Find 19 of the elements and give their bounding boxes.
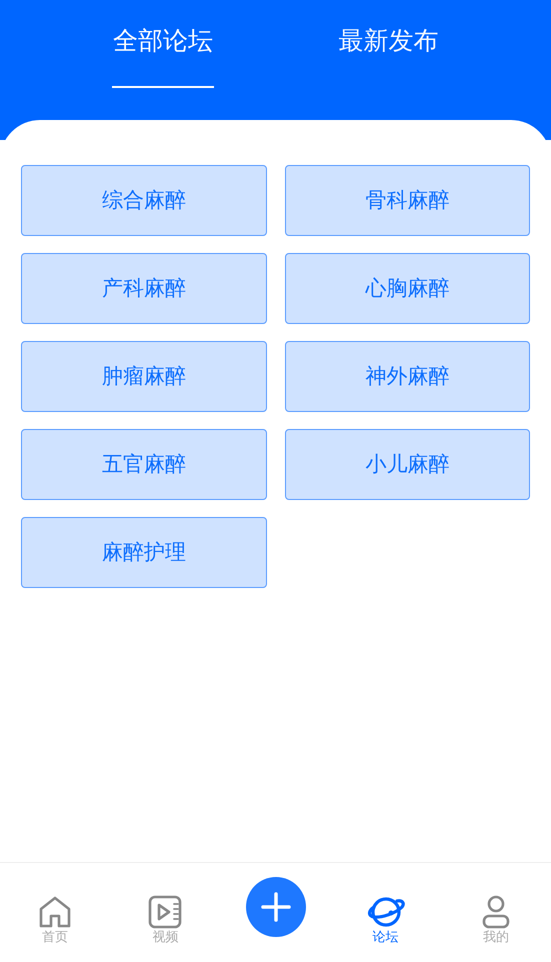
forum-category-button[interactable]: 肿瘤麻醉 [21,341,266,412]
plus-icon [260,892,290,922]
nav-tab[interactable]: 我的 [478,895,513,945]
forum-category-button[interactable]: 小儿麻醉 [284,429,530,500]
tab[interactable]: 最新发布 [323,22,454,88]
home-icon [38,895,72,929]
forum-category-button[interactable]: 心胸麻醉 [284,253,530,324]
video-icon [148,895,182,929]
tab[interactable]: 全部论坛 [98,22,228,88]
planet-icon [366,895,406,929]
forum-category-button[interactable]: 五官麻醉 [21,429,266,500]
forum-category-button[interactable]: 综合麻醉 [21,165,266,236]
nav-tab[interactable]: 首页 [38,895,72,945]
nav-tab[interactable]: 论坛 [366,895,406,945]
forum-category-button[interactable]: 神外麻醉 [284,341,530,412]
forum-category-button[interactable]: 麻醉护理 [21,517,266,588]
forum-category-button[interactable]: 骨科麻醉 [284,165,530,236]
forum-category-button[interactable]: 产科麻醉 [21,253,266,324]
nav-tab[interactable]: 视频 [148,895,182,945]
